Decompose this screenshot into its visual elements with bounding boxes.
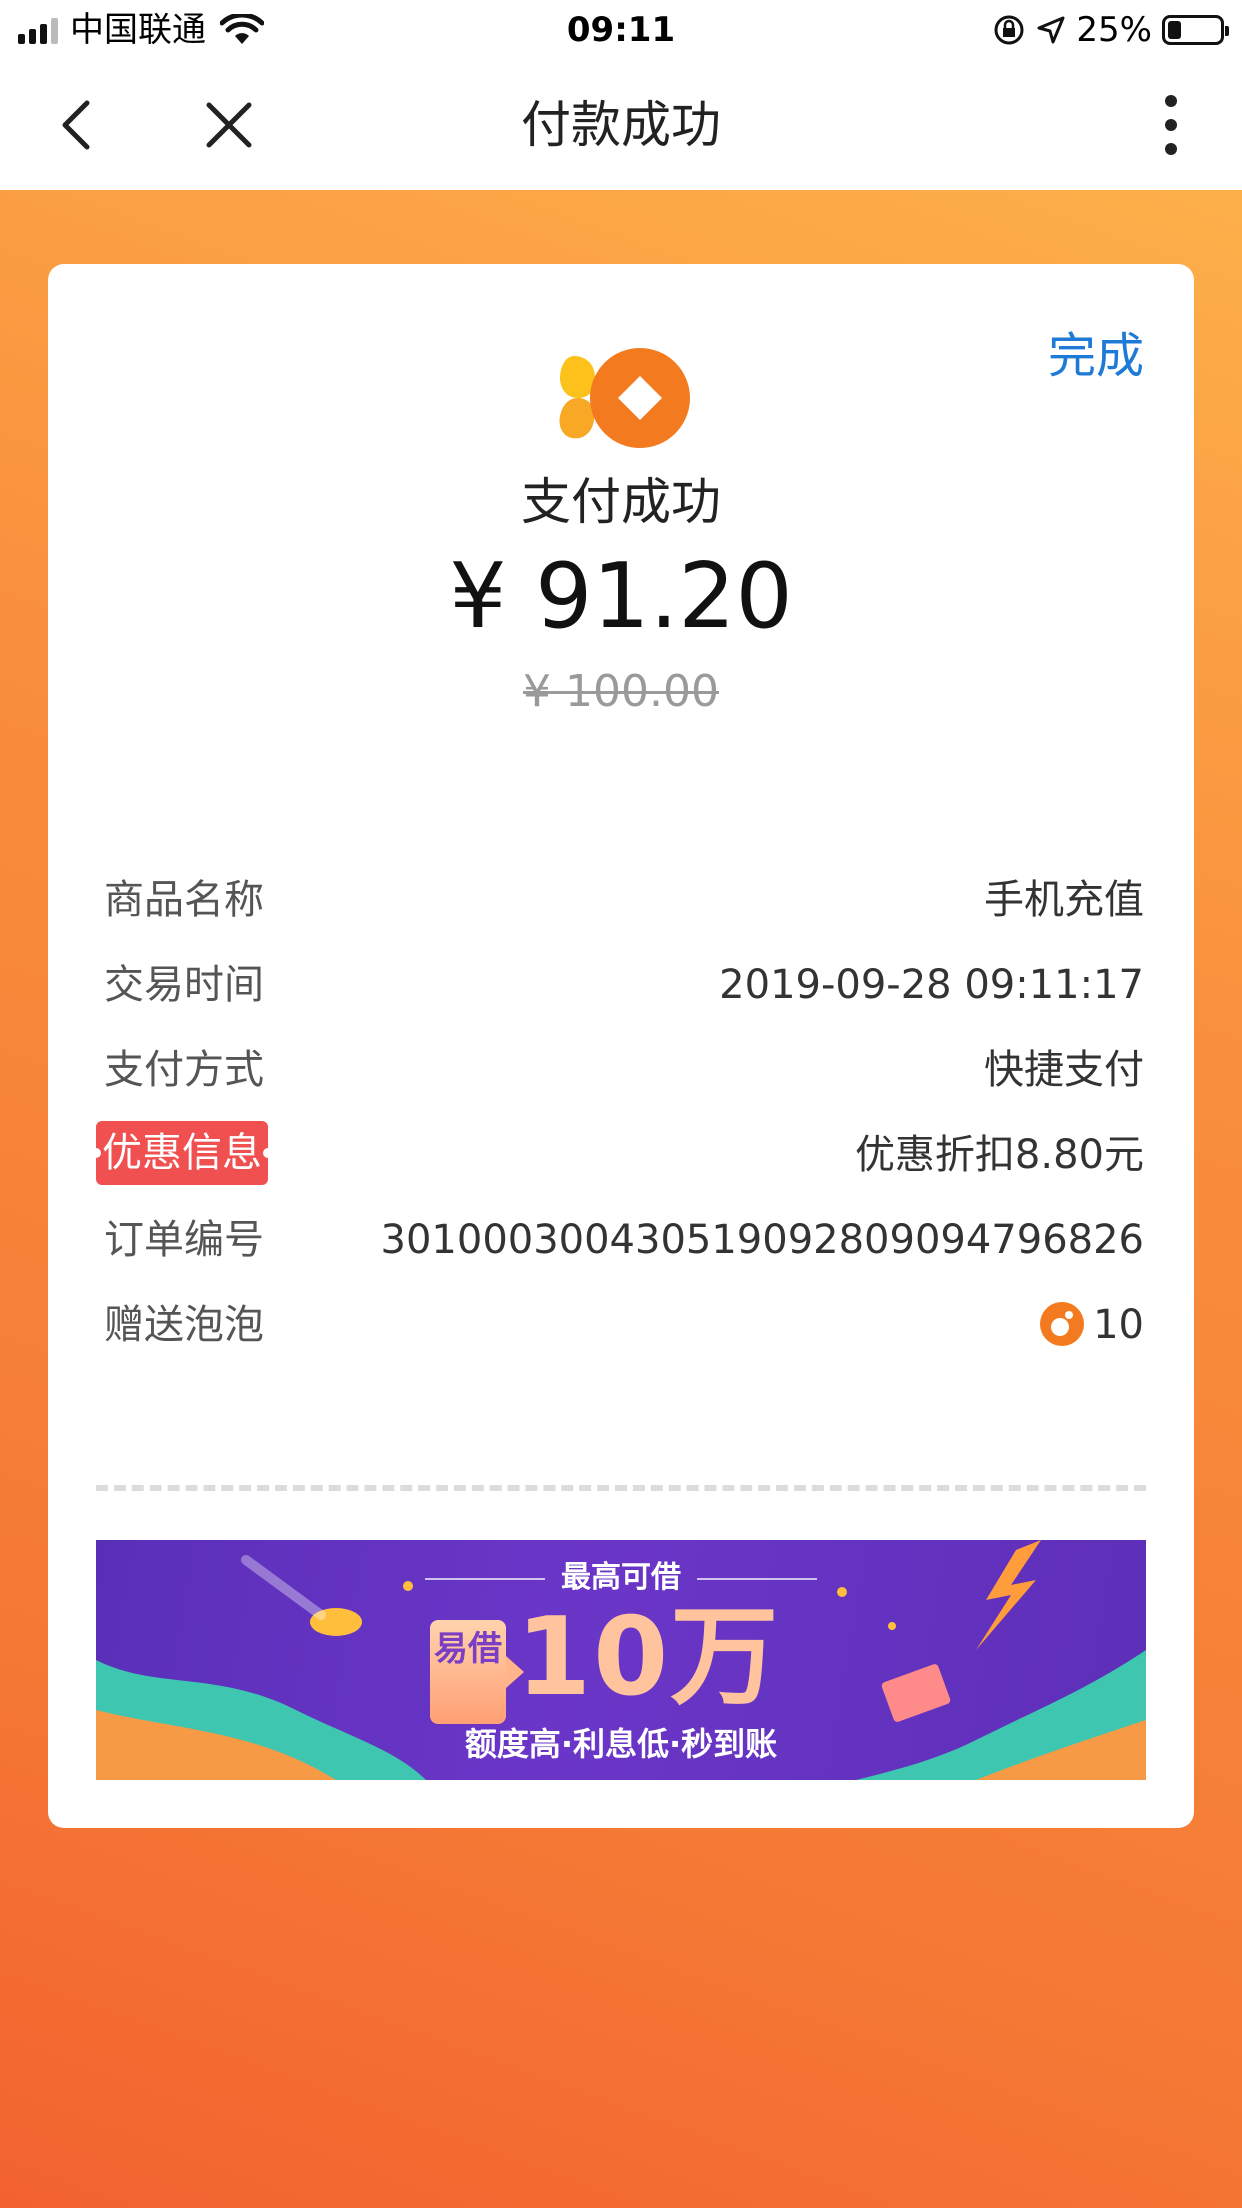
back-button[interactable]: [40, 88, 114, 162]
detail-label: 商品名称: [104, 877, 264, 923]
battery-percent: 25%: [1076, 10, 1152, 50]
banner-amount: 10万: [516, 1595, 781, 1720]
banner-headline: 最高可借: [96, 1558, 1146, 1598]
detail-label: 订单编号: [104, 1217, 264, 1263]
detail-list: 商品名称 手机充值 交易时间 2019-09-28 09:11:17 支付方式 …: [91, 864, 1144, 1374]
location-arrow-icon: [1037, 16, 1065, 44]
wifi-icon: [220, 14, 264, 44]
detail-value: 快捷支付: [984, 1047, 1144, 1093]
carrier-name: 中国联通: [70, 10, 206, 50]
back-chevron-icon: [62, 100, 90, 150]
nav-bar: 付款成功: [0, 60, 1242, 190]
detail-row-order-id: 订单编号 301000300430519092809094796826: [104, 1204, 1144, 1289]
detail-label: 赠送泡泡: [104, 1302, 264, 1348]
close-icon: [206, 102, 252, 148]
detail-row-product: 商品名称 手机充值: [104, 864, 1144, 949]
dashed-divider: [96, 1485, 1146, 1491]
bubble-icon: [1040, 1302, 1085, 1346]
detail-value: 手机充值: [984, 877, 1144, 923]
payment-status-text: 支付成功: [521, 473, 721, 531]
banner-logo: 易借: [430, 1620, 524, 1724]
detail-value: 301000300430519092809094796826: [380, 1217, 1144, 1263]
status-bar: 中国联通 09:11 25%: [0, 0, 1242, 60]
done-button[interactable]: 完成: [1048, 326, 1144, 386]
detail-value: 2019-09-28 09:11:17: [719, 962, 1144, 1008]
detail-row-time: 交易时间 2019-09-28 09:11:17: [104, 949, 1144, 1034]
close-button[interactable]: [192, 88, 266, 162]
detail-row-discount: 优惠信息 优惠折扣8.80元: [91, 1119, 1144, 1204]
detail-row-bubbles: 赠送泡泡 10: [104, 1289, 1144, 1374]
discount-tag: 优惠信息: [91, 1121, 273, 1185]
more-button[interactable]: [1134, 88, 1208, 162]
detail-row-method: 支付方式 快捷支付: [104, 1034, 1144, 1119]
rotation-lock-icon: [994, 15, 1024, 45]
original-amount: ¥ 100.00: [523, 666, 719, 717]
detail-label: 交易时间: [104, 962, 264, 1008]
more-vertical-icon: [1165, 95, 1177, 155]
paid-amount: ¥ 91.20: [449, 544, 793, 649]
bubble-count: 10: [1093, 1302, 1144, 1348]
loan-ad-banner[interactable]: 最高可借 易借 10万 额度高·利息低·秒到账: [96, 1540, 1146, 1780]
detail-value: 优惠折扣8.80元: [854, 1132, 1144, 1178]
brand-logo-icon: [559, 348, 690, 448]
detail-label: 支付方式: [104, 1047, 264, 1093]
battery-icon: [1162, 15, 1229, 45]
payment-result-card: 完成 支付成功 ¥ 91.20 ¥ 100.00 商品名称 手机充值 交易时间 …: [48, 264, 1194, 1828]
bubble-reward: 10: [1039, 1297, 1144, 1353]
signal-icon: [18, 16, 58, 44]
page-title: 付款成功: [521, 96, 721, 154]
banner-tagline: 额度高·利息低·秒到账: [464, 1725, 778, 1763]
